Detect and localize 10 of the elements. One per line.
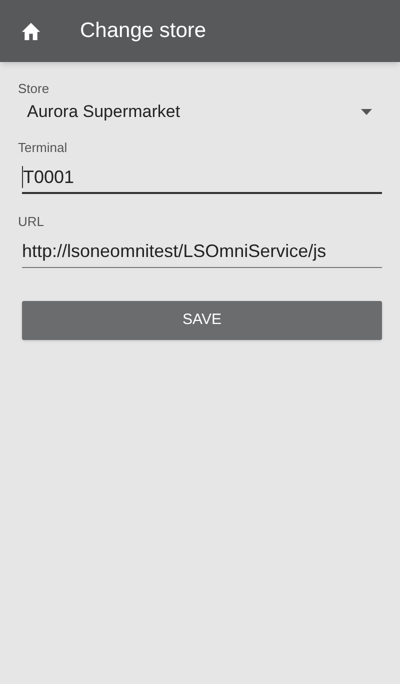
field-label: URL — [18, 214, 46, 230]
text-field[interactable]: http://lsoneomnitest/LSOmniService/js — [22, 236, 382, 268]
field-label: Terminal — [18, 140, 68, 156]
home-icon[interactable] — [20, 21, 42, 41]
store-dropdown[interactable]: Aurora Supermarket — [18, 97, 382, 127]
text-field[interactable]: T0001 — [22, 162, 382, 194]
field-label: Store — [18, 81, 50, 97]
screen-title: Change store — [80, 18, 206, 44]
dropdown-caret-icon — [361, 109, 372, 115]
save-button[interactable]: SAVE — [22, 301, 382, 340]
